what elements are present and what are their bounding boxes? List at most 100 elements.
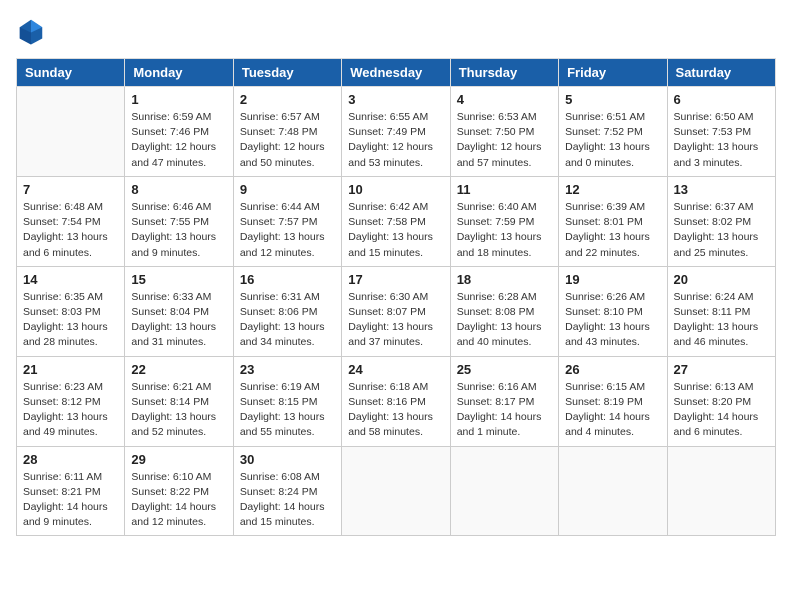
header bbox=[16, 16, 776, 46]
day-info: Sunrise: 6:19 AMSunset: 8:15 PMDaylight:… bbox=[240, 380, 335, 441]
day-info: Sunrise: 6:35 AMSunset: 8:03 PMDaylight:… bbox=[23, 290, 118, 351]
calendar-cell: 24 Sunrise: 6:18 AMSunset: 8:16 PMDayligh… bbox=[342, 356, 450, 446]
calendar-cell bbox=[559, 446, 667, 536]
calendar-table: SundayMondayTuesdayWednesdayThursdayFrid… bbox=[16, 58, 776, 536]
day-info: Sunrise: 6:33 AMSunset: 8:04 PMDaylight:… bbox=[131, 290, 226, 351]
calendar-cell: 21 Sunrise: 6:23 AMSunset: 8:12 PMDayligh… bbox=[17, 356, 125, 446]
calendar-cell bbox=[17, 87, 125, 177]
day-number: 22 bbox=[131, 362, 226, 377]
day-info: Sunrise: 6:59 AMSunset: 7:46 PMDaylight:… bbox=[131, 110, 226, 171]
day-info: Sunrise: 6:53 AMSunset: 7:50 PMDaylight:… bbox=[457, 110, 552, 171]
day-number: 28 bbox=[23, 452, 118, 467]
calendar-cell: 26 Sunrise: 6:15 AMSunset: 8:19 PMDayligh… bbox=[559, 356, 667, 446]
day-info: Sunrise: 6:30 AMSunset: 8:07 PMDaylight:… bbox=[348, 290, 443, 351]
calendar-header-sunday: Sunday bbox=[17, 59, 125, 87]
calendar-header-monday: Monday bbox=[125, 59, 233, 87]
day-number: 12 bbox=[565, 182, 660, 197]
day-number: 14 bbox=[23, 272, 118, 287]
calendar-header-row: SundayMondayTuesdayWednesdayThursdayFrid… bbox=[17, 59, 776, 87]
day-info: Sunrise: 6:10 AMSunset: 8:22 PMDaylight:… bbox=[131, 470, 226, 531]
calendar-header-tuesday: Tuesday bbox=[233, 59, 341, 87]
day-info: Sunrise: 6:48 AMSunset: 7:54 PMDaylight:… bbox=[23, 200, 118, 261]
calendar-cell: 17 Sunrise: 6:30 AMSunset: 8:07 PMDayligh… bbox=[342, 266, 450, 356]
calendar-cell: 23 Sunrise: 6:19 AMSunset: 8:15 PMDayligh… bbox=[233, 356, 341, 446]
calendar-cell: 1 Sunrise: 6:59 AMSunset: 7:46 PMDaylight… bbox=[125, 87, 233, 177]
calendar-cell: 9 Sunrise: 6:44 AMSunset: 7:57 PMDaylight… bbox=[233, 176, 341, 266]
calendar-cell: 10 Sunrise: 6:42 AMSunset: 7:58 PMDayligh… bbox=[342, 176, 450, 266]
day-info: Sunrise: 6:37 AMSunset: 8:02 PMDaylight:… bbox=[674, 200, 769, 261]
day-number: 8 bbox=[131, 182, 226, 197]
calendar-week-row: 7 Sunrise: 6:48 AMSunset: 7:54 PMDaylight… bbox=[17, 176, 776, 266]
logo bbox=[16, 16, 50, 46]
day-info: Sunrise: 6:15 AMSunset: 8:19 PMDaylight:… bbox=[565, 380, 660, 441]
day-number: 17 bbox=[348, 272, 443, 287]
day-info: Sunrise: 6:46 AMSunset: 7:55 PMDaylight:… bbox=[131, 200, 226, 261]
calendar-header-thursday: Thursday bbox=[450, 59, 558, 87]
day-info: Sunrise: 6:26 AMSunset: 8:10 PMDaylight:… bbox=[565, 290, 660, 351]
day-number: 23 bbox=[240, 362, 335, 377]
calendar-cell: 30 Sunrise: 6:08 AMSunset: 8:24 PMDayligh… bbox=[233, 446, 341, 536]
day-number: 16 bbox=[240, 272, 335, 287]
day-info: Sunrise: 6:42 AMSunset: 7:58 PMDaylight:… bbox=[348, 200, 443, 261]
calendar-header-wednesday: Wednesday bbox=[342, 59, 450, 87]
day-number: 29 bbox=[131, 452, 226, 467]
calendar-cell: 19 Sunrise: 6:26 AMSunset: 8:10 PMDayligh… bbox=[559, 266, 667, 356]
day-number: 5 bbox=[565, 92, 660, 107]
calendar-cell: 6 Sunrise: 6:50 AMSunset: 7:53 PMDaylight… bbox=[667, 87, 775, 177]
day-number: 6 bbox=[674, 92, 769, 107]
day-info: Sunrise: 6:23 AMSunset: 8:12 PMDaylight:… bbox=[23, 380, 118, 441]
day-number: 24 bbox=[348, 362, 443, 377]
day-number: 9 bbox=[240, 182, 335, 197]
day-info: Sunrise: 6:40 AMSunset: 7:59 PMDaylight:… bbox=[457, 200, 552, 261]
day-number: 7 bbox=[23, 182, 118, 197]
day-info: Sunrise: 6:51 AMSunset: 7:52 PMDaylight:… bbox=[565, 110, 660, 171]
calendar-header-friday: Friday bbox=[559, 59, 667, 87]
day-info: Sunrise: 6:44 AMSunset: 7:57 PMDaylight:… bbox=[240, 200, 335, 261]
day-info: Sunrise: 6:50 AMSunset: 7:53 PMDaylight:… bbox=[674, 110, 769, 171]
day-number: 10 bbox=[348, 182, 443, 197]
calendar-cell bbox=[667, 446, 775, 536]
day-info: Sunrise: 6:57 AMSunset: 7:48 PMDaylight:… bbox=[240, 110, 335, 171]
calendar-cell bbox=[342, 446, 450, 536]
day-number: 20 bbox=[674, 272, 769, 287]
day-number: 26 bbox=[565, 362, 660, 377]
day-number: 18 bbox=[457, 272, 552, 287]
day-info: Sunrise: 6:39 AMSunset: 8:01 PMDaylight:… bbox=[565, 200, 660, 261]
day-number: 2 bbox=[240, 92, 335, 107]
calendar-cell bbox=[450, 446, 558, 536]
day-number: 30 bbox=[240, 452, 335, 467]
day-info: Sunrise: 6:21 AMSunset: 8:14 PMDaylight:… bbox=[131, 380, 226, 441]
day-number: 19 bbox=[565, 272, 660, 287]
calendar-cell: 8 Sunrise: 6:46 AMSunset: 7:55 PMDaylight… bbox=[125, 176, 233, 266]
day-number: 4 bbox=[457, 92, 552, 107]
day-info: Sunrise: 6:24 AMSunset: 8:11 PMDaylight:… bbox=[674, 290, 769, 351]
day-info: Sunrise: 6:31 AMSunset: 8:06 PMDaylight:… bbox=[240, 290, 335, 351]
calendar-cell: 3 Sunrise: 6:55 AMSunset: 7:49 PMDaylight… bbox=[342, 87, 450, 177]
calendar-cell: 27 Sunrise: 6:13 AMSunset: 8:20 PMDayligh… bbox=[667, 356, 775, 446]
day-info: Sunrise: 6:16 AMSunset: 8:17 PMDaylight:… bbox=[457, 380, 552, 441]
calendar-cell: 16 Sunrise: 6:31 AMSunset: 8:06 PMDayligh… bbox=[233, 266, 341, 356]
day-info: Sunrise: 6:28 AMSunset: 8:08 PMDaylight:… bbox=[457, 290, 552, 351]
calendar-cell: 4 Sunrise: 6:53 AMSunset: 7:50 PMDaylight… bbox=[450, 87, 558, 177]
calendar-cell: 13Sunrise: 6:37 AMSunset: 8:02 PMDayligh… bbox=[667, 176, 775, 266]
calendar-week-row: 1 Sunrise: 6:59 AMSunset: 7:46 PMDaylight… bbox=[17, 87, 776, 177]
day-number: 3 bbox=[348, 92, 443, 107]
day-number: 15 bbox=[131, 272, 226, 287]
day-number: 21 bbox=[23, 362, 118, 377]
calendar-cell: 25Sunrise: 6:16 AMSunset: 8:17 PMDayligh… bbox=[450, 356, 558, 446]
calendar-cell: 14 Sunrise: 6:35 AMSunset: 8:03 PMDayligh… bbox=[17, 266, 125, 356]
calendar-cell: 7 Sunrise: 6:48 AMSunset: 7:54 PMDaylight… bbox=[17, 176, 125, 266]
day-info: Sunrise: 6:18 AMSunset: 8:16 PMDaylight:… bbox=[348, 380, 443, 441]
day-number: 11 bbox=[457, 182, 552, 197]
calendar-cell: 29 Sunrise: 6:10 AMSunset: 8:22 PMDayligh… bbox=[125, 446, 233, 536]
calendar-cell: 28Sunrise: 6:11 AMSunset: 8:21 PMDayligh… bbox=[17, 446, 125, 536]
day-info: Sunrise: 6:08 AMSunset: 8:24 PMDaylight:… bbox=[240, 470, 335, 531]
calendar-cell: 2 Sunrise: 6:57 AMSunset: 7:48 PMDaylight… bbox=[233, 87, 341, 177]
day-info: Sunrise: 6:13 AMSunset: 8:20 PMDaylight:… bbox=[674, 380, 769, 441]
day-number: 1 bbox=[131, 92, 226, 107]
day-info: Sunrise: 6:55 AMSunset: 7:49 PMDaylight:… bbox=[348, 110, 443, 171]
logo-icon bbox=[16, 16, 46, 46]
calendar-cell: 22 Sunrise: 6:21 AMSunset: 8:14 PMDayligh… bbox=[125, 356, 233, 446]
day-number: 27 bbox=[674, 362, 769, 377]
calendar-cell: 15 Sunrise: 6:33 AMSunset: 8:04 PMDayligh… bbox=[125, 266, 233, 356]
